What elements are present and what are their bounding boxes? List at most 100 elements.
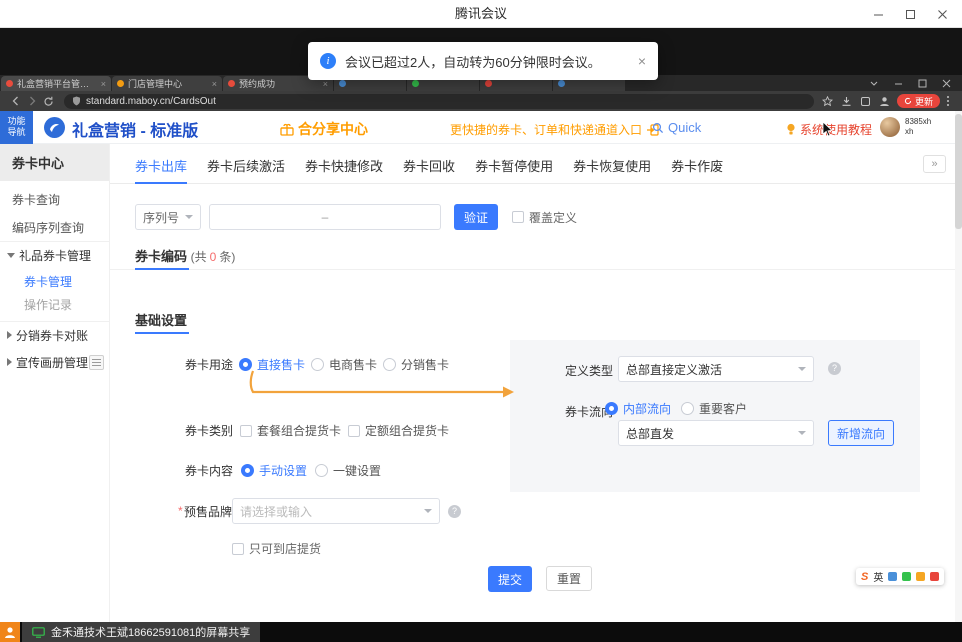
refresh-icon xyxy=(43,96,54,107)
verify-button[interactable]: 验证 xyxy=(454,204,498,230)
toast-close-button[interactable]: × xyxy=(638,54,646,68)
web-page: 功能 导航 礼盒营销 - 标准版 合分享中心 更快捷的券卡、订单和快递通道入口 xyxy=(0,111,962,622)
sidebar-item-card-query[interactable]: 券卡查询 xyxy=(0,186,109,212)
coding-count: 0 xyxy=(207,250,220,264)
tab-close-icon[interactable] xyxy=(323,79,328,89)
tutorial-link[interactable]: 系统使用教程 xyxy=(786,121,872,138)
back-button[interactable] xyxy=(8,93,24,109)
sidebar-group-gift-card[interactable]: 礼品券卡管理 xyxy=(0,242,109,268)
tab-close-icon[interactable] xyxy=(212,79,217,89)
main-content: 券卡出库 券卡后续激活 券卡快捷修改 券卡回收 券卡暂停使用 券卡恢复使用 券卡… xyxy=(110,144,962,622)
ime-tool-icon[interactable] xyxy=(930,572,939,581)
tab-card-suspend[interactable]: 券卡暂停使用 xyxy=(475,152,553,183)
help-icon[interactable] xyxy=(448,505,461,518)
minimize-button[interactable] xyxy=(862,0,894,28)
card-flow-options: 内部流向 重要客户 xyxy=(605,400,747,417)
maximize-button[interactable] xyxy=(894,0,926,28)
checkbox-fixed-combo[interactable]: 定额组合提货卡 xyxy=(348,422,449,439)
reset-button[interactable]: 重置 xyxy=(546,566,592,591)
chrome-update-button[interactable]: 更新 xyxy=(897,94,940,108)
submit-button[interactable]: 提交 xyxy=(488,566,532,592)
ime-tool-icon[interactable] xyxy=(888,572,897,581)
forward-button[interactable] xyxy=(24,93,40,109)
security-shield-icon xyxy=(72,96,81,106)
minimize-icon xyxy=(873,9,884,20)
sidebar-item-op-log[interactable]: 操作记录 xyxy=(0,291,109,317)
quick-search[interactable]: Quick xyxy=(652,120,701,135)
search-icon xyxy=(652,122,664,134)
window-controls xyxy=(862,0,958,28)
refresh-button[interactable] xyxy=(40,93,56,109)
caret-down-icon xyxy=(424,509,432,513)
tabs-more-button[interactable]: » xyxy=(923,155,946,173)
tab-card-void[interactable]: 券卡作废 xyxy=(671,152,723,183)
shared-browser-window: 礼盒营销平台管理中心 门店管理中心 预约成功 xyxy=(0,75,962,622)
tab-card-activate[interactable]: 券卡后续激活 xyxy=(207,152,285,183)
brand-select[interactable]: 请选择或输入 xyxy=(232,498,440,524)
tab-favicon xyxy=(117,80,124,87)
ime-mode-toggle[interactable]: 英 xyxy=(873,569,883,584)
help-icon[interactable] xyxy=(828,362,841,375)
checkbox-icon xyxy=(240,425,252,437)
radio-ecommerce-sale[interactable]: 电商售卡 xyxy=(311,356,377,373)
sidebar-item-code-query[interactable]: 编码序列查询 xyxy=(0,214,109,240)
user-avatar[interactable] xyxy=(880,117,900,137)
app-header: 功能 导航 礼盒营销 - 标准版 合分享中心 更快捷的券卡、订单和快递通道入口 xyxy=(0,111,962,144)
browser-maximize-button[interactable] xyxy=(910,75,934,91)
serial-select[interactable]: 序列号 xyxy=(135,204,201,230)
close-button[interactable] xyxy=(926,0,958,28)
scrollbar-thumb[interactable] xyxy=(955,114,962,229)
add-flow-button[interactable]: 新增流向 xyxy=(828,420,894,446)
collapse-panel-icon[interactable] xyxy=(89,355,104,370)
override-checkbox[interactable] xyxy=(512,211,524,223)
tab-search-button[interactable] xyxy=(862,75,886,91)
tab-favicon xyxy=(339,80,346,87)
store-pickup-checkbox[interactable] xyxy=(232,543,244,555)
checkbox-package-combo[interactable]: 套餐组合提货卡 xyxy=(240,422,341,439)
radio-internal-flow[interactable]: 内部流向 xyxy=(605,400,671,417)
serial-range-input[interactable]: – xyxy=(209,204,441,230)
radio-direct-sale[interactable]: 直接售卡 xyxy=(239,356,305,373)
tab-card-recycle[interactable]: 券卡回收 xyxy=(403,152,455,183)
define-type-select[interactable]: 总部直接定义激活 xyxy=(618,356,814,382)
ime-tool-icon[interactable] xyxy=(916,572,925,581)
browser-tab-2[interactable]: 门店管理中心 xyxy=(112,76,222,91)
promo-entry-link[interactable]: 更快捷的券卡、订单和快递通道入口 xyxy=(450,121,659,138)
app-logo-icon xyxy=(44,117,65,138)
browser-menu-icon[interactable] xyxy=(947,100,949,102)
tab-card-quick-edit[interactable]: 券卡快捷修改 xyxy=(305,152,383,183)
share-status-text: 金禾通技术王斌18662591081的屏幕共享 xyxy=(51,624,250,640)
meeting-title: 腾讯会议 xyxy=(0,0,962,28)
radio-important-customer[interactable]: 重要客户 xyxy=(681,400,747,417)
sidebar-group-distribution[interactable]: 分销券卡对账 xyxy=(0,322,109,348)
radio-distribution-sale[interactable]: 分销售卡 xyxy=(383,356,449,373)
ime-logo-icon[interactable]: S xyxy=(861,571,868,583)
tab-card-resume[interactable]: 券卡恢复使用 xyxy=(573,152,651,183)
radio-icon xyxy=(681,402,694,415)
minimize-icon xyxy=(894,79,903,88)
section-divider xyxy=(110,269,962,270)
flow-select[interactable]: 总部直发 xyxy=(618,420,814,446)
store-pickup-row[interactable]: 只可到店提货 xyxy=(232,540,321,557)
radio-one-click-setup[interactable]: 一键设置 xyxy=(315,462,381,479)
browser-tab-1[interactable]: 礼盒营销平台管理中心 xyxy=(1,76,111,91)
tab-card-outbound[interactable]: 券卡出库 xyxy=(135,152,187,183)
share-status-pill: 金禾通技术王斌18662591081的屏幕共享 xyxy=(22,622,260,642)
download-icon[interactable] xyxy=(841,96,852,107)
browser-close-button[interactable] xyxy=(934,75,958,91)
extensions-icon[interactable] xyxy=(860,96,871,107)
bookmark-star-icon[interactable] xyxy=(822,96,833,107)
radio-manual-setup[interactable]: 手动设置 xyxy=(241,462,307,479)
toast-message: 会议已超过2人，自动转为60分钟限时会议。 xyxy=(345,52,601,71)
tab-close-icon[interactable] xyxy=(101,79,106,89)
function-nav-button[interactable]: 功能 导航 xyxy=(0,111,33,144)
card-category-row: 券卡类别 套餐组合提货卡 定额组合提货卡 xyxy=(185,422,449,439)
sharer-avatar-icon xyxy=(0,622,20,642)
ime-tool-icon[interactable] xyxy=(902,572,911,581)
override-checkbox-row[interactable]: 覆盖定义 xyxy=(512,209,577,226)
page-scrollbar[interactable] xyxy=(955,111,962,622)
browser-minimize-button[interactable] xyxy=(886,75,910,91)
address-field[interactable]: standard.maboy.cn/CardsOut xyxy=(64,94,814,109)
profile-icon[interactable] xyxy=(879,96,890,107)
share-center-link[interactable]: 合分享中心 xyxy=(280,119,368,139)
